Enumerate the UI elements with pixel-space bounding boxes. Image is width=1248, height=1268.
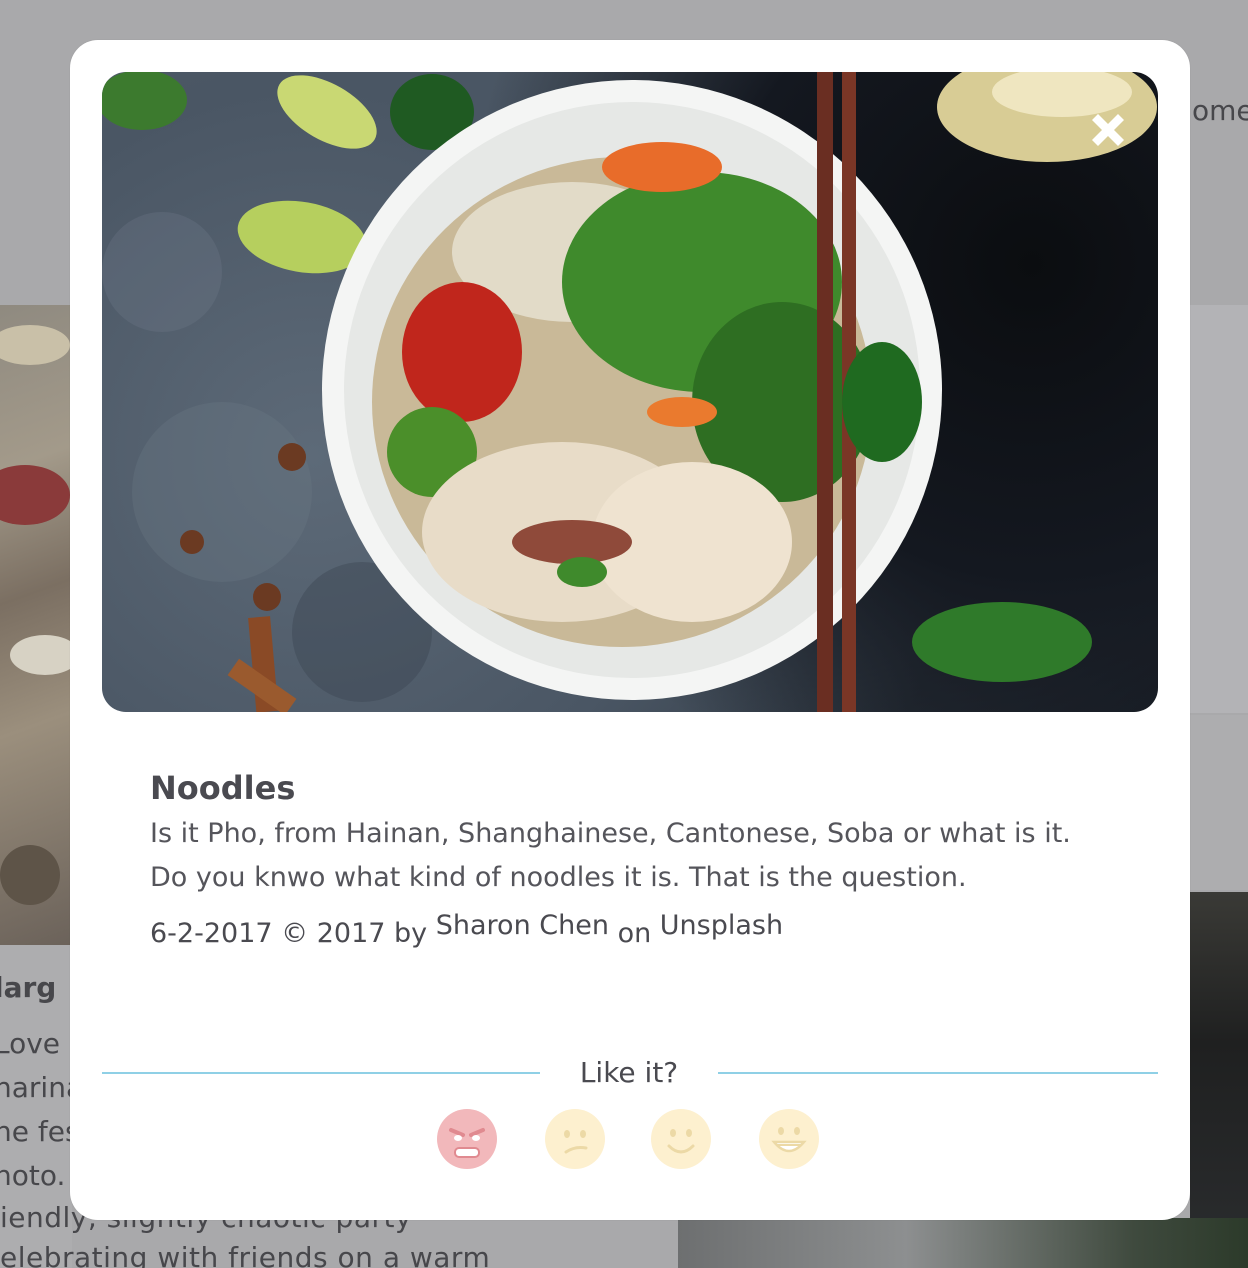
background-card-heading: larg — [0, 971, 57, 1004]
confused-face-icon — [545, 1109, 605, 1169]
photo-date: 6-2-2017 — [150, 918, 273, 949]
background-card-right-lower — [1190, 715, 1248, 890]
close-icon — [1092, 114, 1124, 146]
author-link[interactable]: Sharon Chen — [436, 910, 609, 941]
noodle-bowl-photo — [102, 72, 1158, 712]
photo-detail-modal: Noodles Is it Pho, from Hainan, Shanghai… — [70, 40, 1190, 1220]
angry-face-icon — [437, 1109, 497, 1169]
photo-credit: 6-2-2017 © 2017 by Sharon Chen on Unspla… — [150, 910, 1090, 956]
background-card-line: Love — [0, 1027, 61, 1060]
photo-description: Is it Pho, from Hainan, Shanghainese, Ca… — [150, 818, 1071, 893]
rating-label: Like it? — [579, 1056, 679, 1089]
rating-angry-button[interactable] — [436, 1108, 498, 1170]
background-card-photo-right — [1190, 892, 1248, 1268]
copyright-text: © 2017 by — [281, 918, 428, 949]
close-button[interactable] — [1082, 104, 1134, 156]
background-card-line: elebrating with friends on a warm — [0, 1241, 491, 1268]
rating-divider-right — [718, 1072, 1158, 1074]
background-card-photo-bottom — [678, 1218, 1248, 1268]
photo-title: Noodles — [150, 769, 296, 807]
smile-face-icon — [651, 1109, 711, 1169]
rating-confused-button[interactable] — [544, 1108, 606, 1170]
background-card-photo — [0, 305, 72, 945]
source-link[interactable]: Unsplash — [660, 910, 783, 941]
photo-details: Noodles Is it Pho, from Hainan, Shanghai… — [150, 766, 1090, 956]
background-card-line: he fes — [0, 1115, 80, 1148]
background-card-right — [1190, 305, 1248, 713]
rating-grin-button[interactable] — [758, 1108, 820, 1170]
on-text: on — [617, 918, 652, 949]
rating-divider-left — [102, 1072, 540, 1074]
grin-face-icon — [759, 1109, 819, 1169]
background-card-line: hoto. — [0, 1159, 66, 1192]
rating-smile-button[interactable] — [650, 1108, 712, 1170]
background-card-title-fragment: ome — [1192, 94, 1248, 127]
rating-options — [436, 1108, 826, 1172]
